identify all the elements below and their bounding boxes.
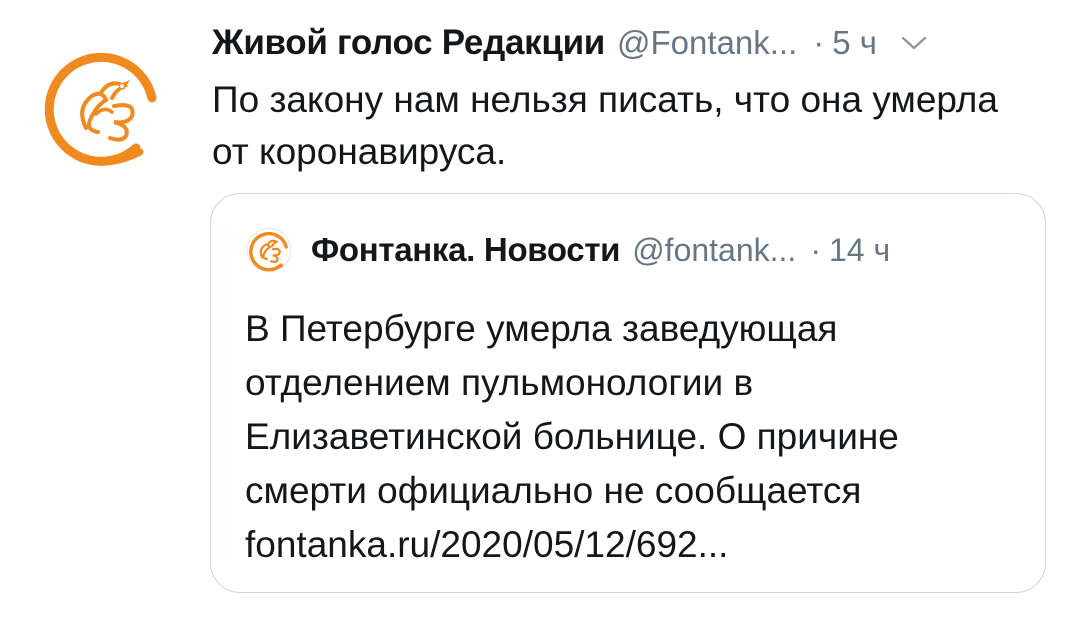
quoted-author-avatar [245, 226, 293, 274]
tweet-header: Живой голос Редакции @Fontank... · 5 ч [212, 18, 1052, 68]
quoted-author-display-name[interactable]: Фонтанка. Новости [311, 231, 620, 269]
author-avatar[interactable] [40, 44, 168, 172]
quoted-author-handle[interactable]: @fontank... [632, 232, 796, 269]
quoted-tweet-text: В Петербурге умерла заведующая отделение… [245, 302, 1015, 572]
fontanka-bird-logo-icon [44, 52, 157, 166]
quoted-text-line: Елизаветинской больнице. О причине [245, 416, 899, 457]
quoted-tweet-card[interactable]: Фонтанка. Новости @fontank... · 14 ч В П… [210, 193, 1046, 593]
tweet-menu-button[interactable] [899, 28, 929, 58]
quoted-tweet-timestamp[interactable]: 14 ч [829, 232, 890, 269]
quoted-header-separator: · [810, 231, 821, 268]
tweet-text: По закону нам нельзя писать, что она уме… [212, 79, 998, 172]
author-handle[interactable]: @Fontank... [617, 24, 797, 62]
quoted-tweet-link[interactable]: fontanka.ru/2020/05/12/692... [245, 518, 1015, 572]
tweet: Живой голос Редакции @Fontank... · 5 ч П… [0, 0, 1080, 625]
fontanka-bird-logo-icon [246, 227, 292, 273]
quoted-text-line: отделением пульмонологии в [245, 362, 754, 403]
header-separator: · [813, 24, 825, 61]
quoted-tweet-header: Фонтанка. Новости @fontank... · 14 ч [245, 224, 890, 276]
chevron-down-icon [901, 36, 927, 50]
tweet-timestamp[interactable]: 5 ч [832, 24, 877, 62]
quoted-text-line: смерти официально не сообщается [245, 470, 862, 511]
author-display-name[interactable]: Живой голос Редакции [212, 23, 605, 63]
quoted-text-line: В Петербурге умерла заведующая [245, 308, 838, 349]
